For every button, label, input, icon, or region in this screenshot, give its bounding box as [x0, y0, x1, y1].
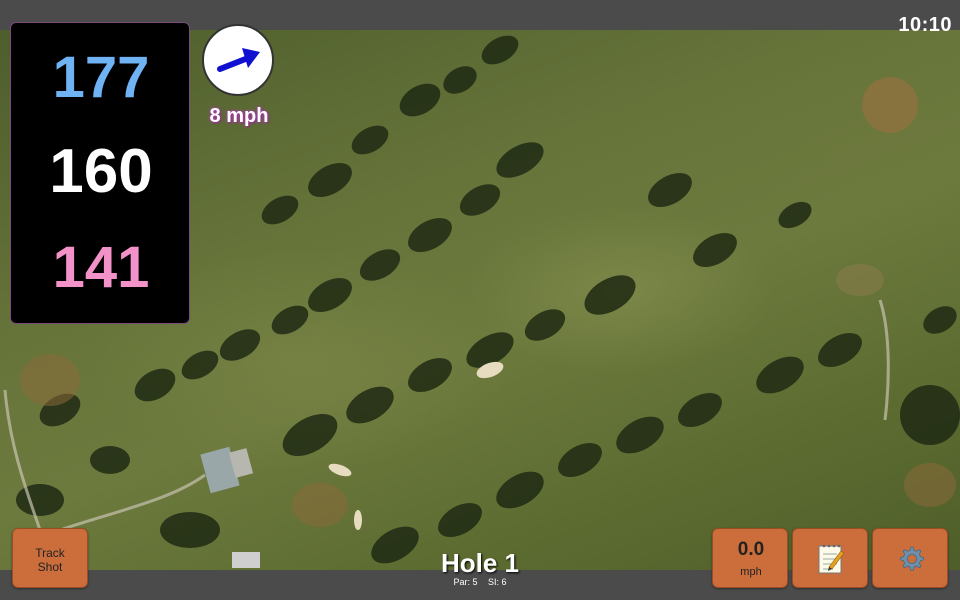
wind-indicator: [202, 24, 274, 96]
yardage-panel: 177 160 141: [10, 22, 190, 324]
notes-button[interactable]: [792, 528, 868, 588]
wind-arrow-icon: [217, 48, 260, 72]
gear-icon: [899, 546, 925, 571]
notepad-icon: [818, 544, 845, 574]
wind-speed: 8 mph: [209, 105, 269, 127]
hole-title: Hole 1: [440, 548, 520, 578]
track-shot-label-line2: Shot: [37, 560, 63, 574]
back-yardage: 177: [52, 45, 150, 110]
center-yardage: 160: [49, 137, 153, 206]
hole-info: Par: 5 SI: 6: [400, 577, 560, 587]
speed-button[interactable]: 0.0 mph: [712, 528, 788, 588]
clock: 10:10: [898, 14, 952, 36]
settings-button[interactable]: [872, 528, 948, 588]
si-label: SI: 6: [488, 577, 507, 587]
front-yardage: 141: [52, 235, 150, 300]
par-label: Par: 5: [453, 577, 478, 587]
speed-value: 0.0: [737, 539, 765, 560]
track-shot-label-line1: Track: [35, 546, 65, 560]
speed-unit: mph: [740, 566, 762, 578]
track-shot-button[interactable]: Track Shot: [12, 528, 88, 588]
